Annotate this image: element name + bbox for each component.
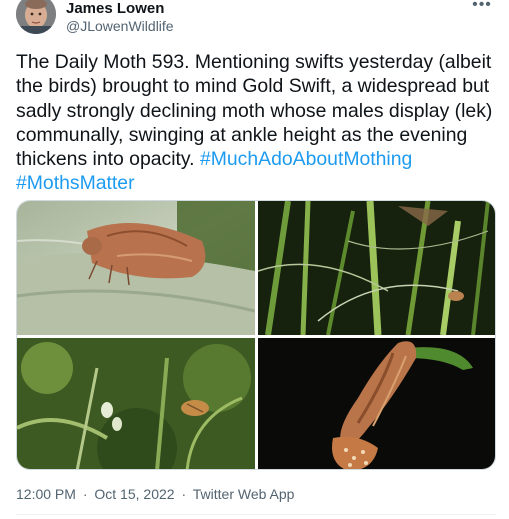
separator: ·	[181, 486, 187, 502]
moth-photo-2[interactable]	[258, 201, 495, 335]
tweet-source[interactable]: Twitter Web App	[193, 486, 295, 502]
hashtag-link[interactable]: #MothsMatter	[16, 172, 135, 194]
hashtag-link[interactable]: #MuchAdoAboutMothing	[200, 148, 412, 170]
tweet-date[interactable]: Oct 15, 2022	[94, 486, 174, 502]
moth-photo-1[interactable]	[17, 201, 255, 335]
tweet: James Lowen @JLowenWildlife ••• The Dail…	[0, 0, 509, 519]
tweet-metadata: 12:00 PM · Oct 15, 2022 · Twitter Web Ap…	[16, 486, 294, 502]
media-grid	[16, 200, 496, 470]
moth-photo-4[interactable]	[258, 338, 495, 469]
tweet-text: The Daily Moth 593. Mentioning swifts ye…	[16, 50, 494, 196]
author-name[interactable]: James Lowen	[66, 0, 164, 17]
author-handle[interactable]: @JLowenWildlife	[66, 18, 174, 34]
separator: ·	[82, 486, 88, 502]
moth-photo-3[interactable]	[17, 338, 255, 469]
avatar[interactable]	[16, 0, 56, 34]
more-options-icon[interactable]: •••	[469, 0, 495, 18]
tweet-time[interactable]: 12:00 PM	[16, 486, 76, 502]
divider	[16, 514, 496, 515]
